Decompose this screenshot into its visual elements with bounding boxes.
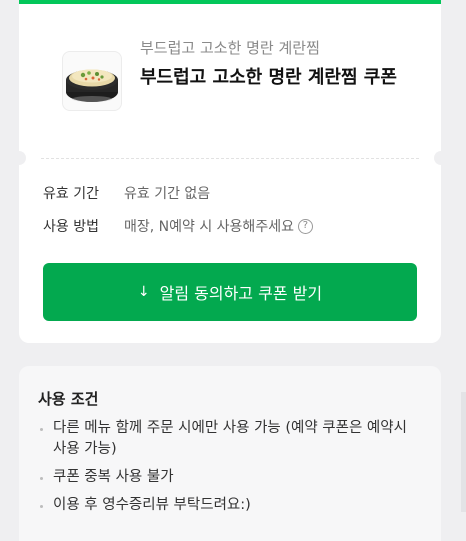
conditions-list: 다른 메뉴 함께 주문 시에만 사용 가능 (예약 쿠폰은 예약시 사용 가능)… (38, 418, 413, 523)
usage-value: 매장, N예약 시 사용해주세요 (124, 219, 294, 235)
download-icon: ↓ (137, 284, 150, 300)
validity-label: 유효 기간 (43, 186, 99, 202)
validity-row: 유효 기간 유효 기간 없음 (43, 183, 210, 203)
usage-label: 사용 방법 (43, 219, 99, 235)
validity-value: 유효 기간 없음 (124, 186, 211, 202)
coupon-thumbnail (62, 51, 122, 111)
coupon-card: 부드럽고 고소한 명란 계란찜 부드럽고 고소한 명란 계란찜 쿠폰 유효 기간… (19, 0, 441, 343)
usage-row: 사용 방법 매장, N예약 시 사용해주세요 ? (43, 216, 313, 236)
accent-bar (19, 0, 441, 4)
condition-item: 쿠폰 중복 사용 불가 (38, 467, 413, 488)
ticket-notch-right (434, 151, 441, 165)
background-edge (461, 392, 466, 512)
condition-item: 다른 메뉴 함께 주문 시에만 사용 가능 (예약 쿠폰은 예약시 사용 가능) (38, 418, 413, 460)
usage-conditions-card: 사용 조건 다른 메뉴 함께 주문 시에만 사용 가능 (예약 쿠폰은 예약시 … (19, 366, 441, 541)
steamed-egg-dish-icon (66, 69, 118, 102)
download-coupon-button[interactable]: ↓ 알림 동의하고 쿠폰 받기 (43, 263, 417, 321)
condition-item: 이용 후 영수증리뷰 부탁드려요:) (38, 495, 413, 516)
store-name: 부드럽고 고소한 명란 계란찜 (140, 39, 320, 57)
help-icon[interactable]: ? (297, 218, 313, 234)
coupon-page: 부드럽고 고소한 명란 계란찜 부드럽고 고소한 명란 계란찜 쿠폰 유효 기간… (0, 0, 466, 541)
download-coupon-label: 알림 동의하고 쿠폰 받기 (159, 284, 323, 303)
ticket-notch-left (19, 151, 26, 165)
coupon-title: 부드럽고 고소한 명란 계란찜 쿠폰 (140, 67, 397, 88)
perforation-divider (41, 158, 419, 159)
conditions-title: 사용 조건 (38, 390, 99, 408)
